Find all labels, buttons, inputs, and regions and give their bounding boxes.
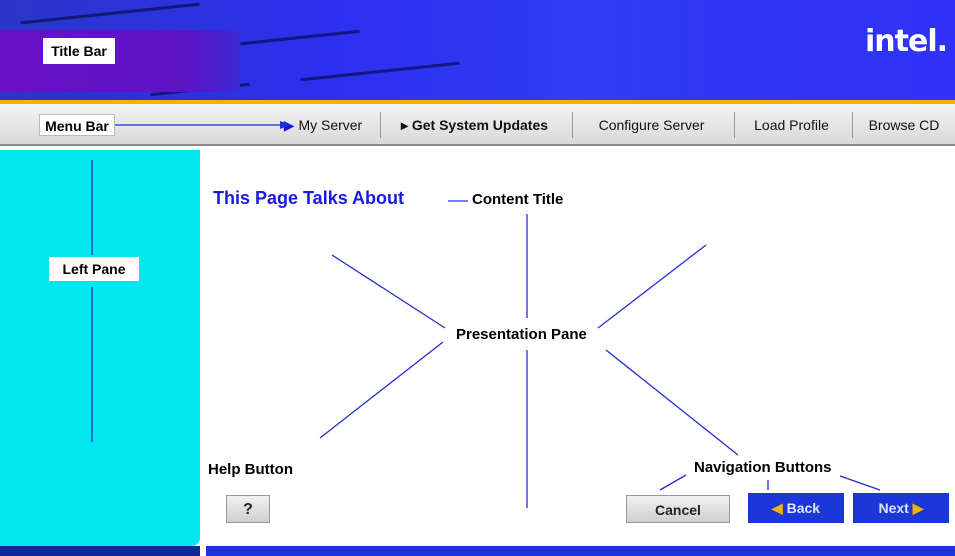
- arrowhead-icon: [280, 121, 290, 129]
- footer-strip: [206, 546, 955, 556]
- help-button[interactable]: ?: [226, 495, 270, 523]
- next-button-label: Next: [878, 500, 909, 516]
- back-button-label: Back: [786, 500, 821, 516]
- connector-line: [331, 254, 446, 329]
- connector-line: [319, 341, 444, 439]
- content-title: This Page Talks About: [213, 188, 405, 208]
- connector-line: [659, 474, 687, 491]
- connector-line: [839, 475, 881, 491]
- help-button-callout: Help Button: [208, 461, 293, 478]
- navigation-buttons-callout: Navigation Buttons: [694, 459, 832, 476]
- connector-line: [605, 349, 739, 456]
- connector-line: [597, 244, 707, 329]
- cancel-button[interactable]: Cancel: [626, 495, 730, 523]
- content-title-callout: Content Title: [472, 191, 564, 208]
- arrow-right-icon: ▶: [912, 500, 924, 516]
- presentation-pane-callout: Presentation Pane: [456, 326, 587, 343]
- arrow-left-icon: ◀: [771, 500, 783, 516]
- footer-strip: [0, 546, 200, 556]
- back-button[interactable]: ◀ Back: [748, 493, 844, 523]
- next-button[interactable]: Next ▶: [853, 493, 949, 523]
